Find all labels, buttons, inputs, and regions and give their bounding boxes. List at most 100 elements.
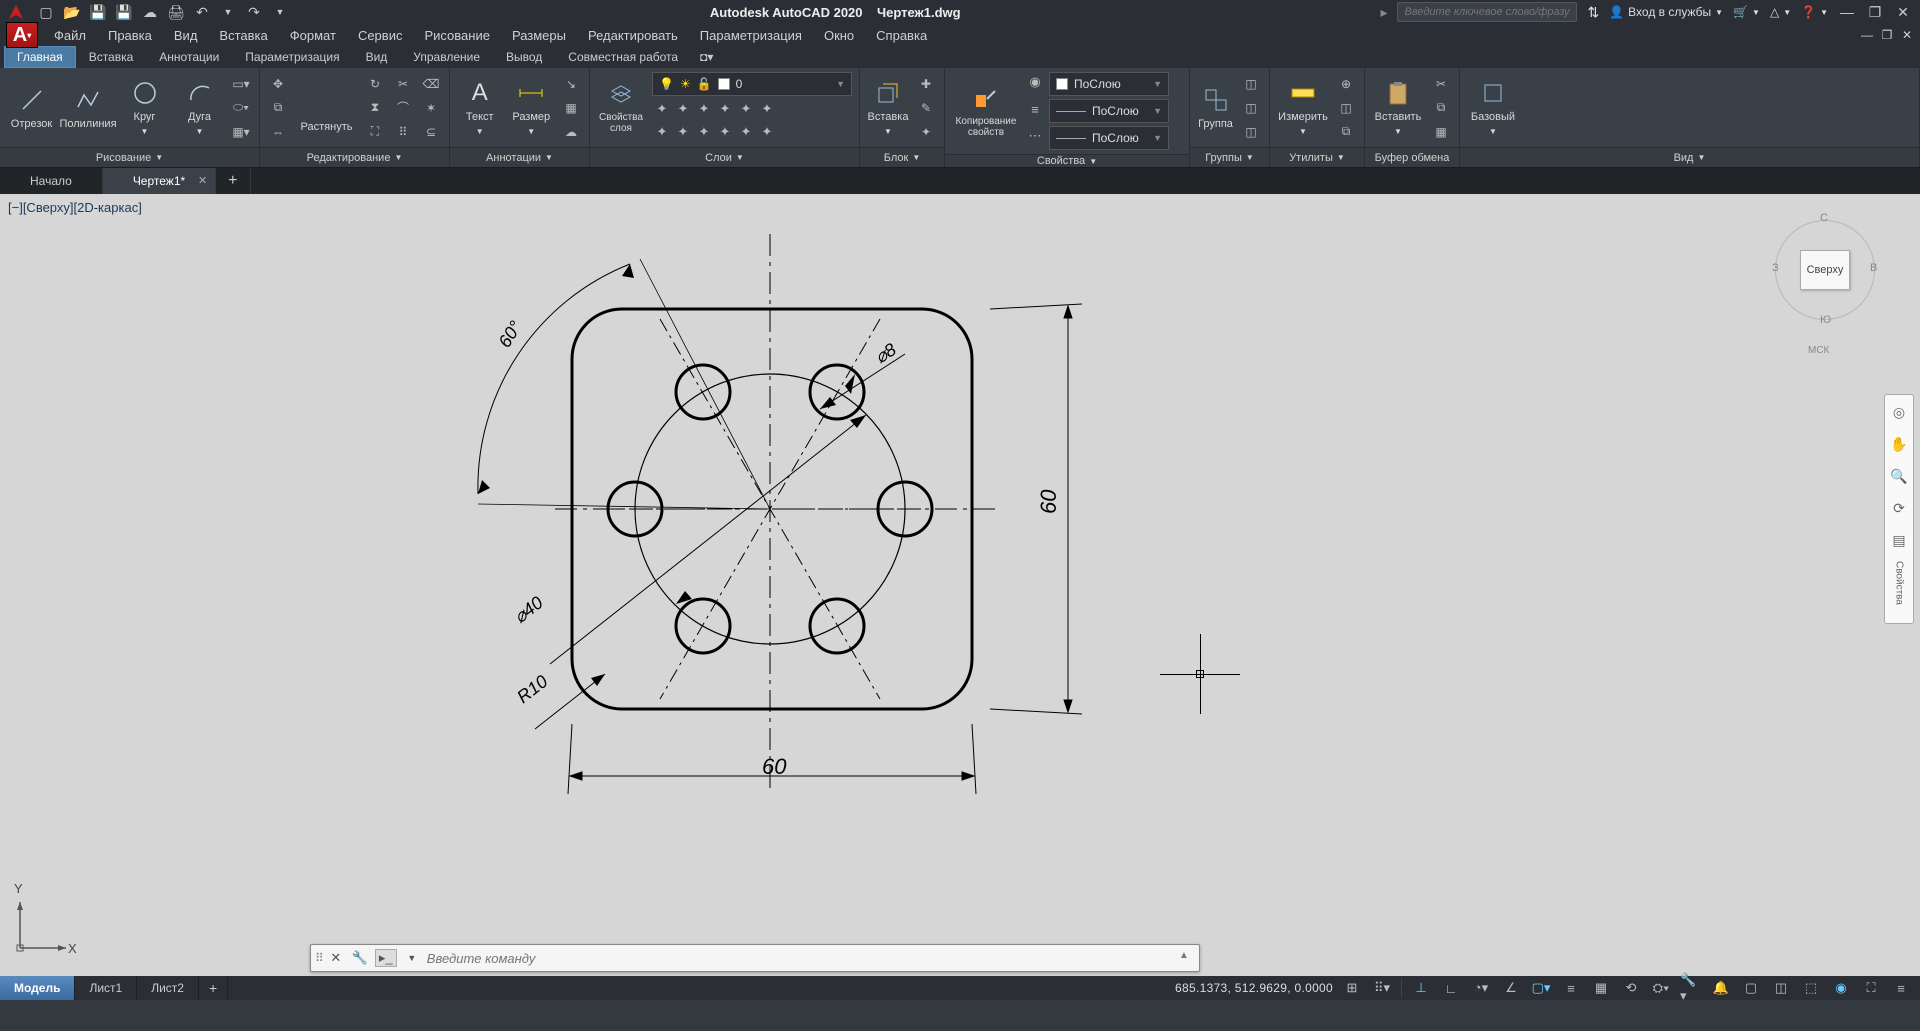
viewcube-north[interactable]: С	[1820, 212, 1828, 224]
cmd-customize-icon[interactable]: 🔧	[351, 949, 369, 967]
close-tab-icon[interactable]: ✕	[198, 174, 207, 187]
menu-modify[interactable]: Редактировать	[578, 26, 688, 45]
workspace-icon[interactable]: 🔧▾	[1680, 977, 1702, 999]
menu-view[interactable]: Вид	[164, 26, 208, 45]
block-create-icon[interactable]: ✚	[914, 73, 938, 95]
text-button[interactable]: AТекст▼	[456, 73, 504, 143]
panel-modify-label[interactable]: Редактирование▼	[260, 147, 449, 167]
polar-toggle-icon[interactable]: ∟	[1440, 977, 1462, 999]
panel-block-label[interactable]: Блок▼	[860, 147, 944, 167]
panel-layers-label[interactable]: Слои▼	[590, 147, 859, 167]
isodraft-icon[interactable]: ◔▾	[1470, 977, 1492, 999]
matchprop-button[interactable]: Копирование свойств	[951, 76, 1021, 146]
hw-accel-icon[interactable]: ◉	[1830, 977, 1852, 999]
units-icon[interactable]: ▢	[1740, 977, 1762, 999]
viewcube-wcs[interactable]: МСК	[1808, 345, 1829, 356]
customize-status-icon[interactable]: ≡	[1890, 977, 1912, 999]
cmd-scroll-up-icon[interactable]: ▲	[1179, 950, 1195, 966]
ribbon-tab-home[interactable]: Главная	[4, 46, 76, 68]
ungroup-icon[interactable]: ◫	[1239, 73, 1263, 95]
lweight-toggle-icon[interactable]: ≡	[1560, 977, 1582, 999]
layer-tool-8-icon[interactable]: ✦	[673, 122, 693, 142]
zoom-extents-icon[interactable]: 🔍	[1888, 465, 1910, 487]
menu-format[interactable]: Формат	[280, 26, 346, 45]
group-bbox-icon[interactable]: ◫	[1239, 121, 1263, 143]
move-icon[interactable]: ✥	[266, 73, 290, 95]
layer-tool-6-icon[interactable]: ✦	[757, 99, 777, 119]
qat-dd2-icon[interactable]: ▼	[270, 2, 290, 22]
menu-tools[interactable]: Сервис	[348, 26, 413, 45]
autodesk-icon[interactable]: △ ▼	[1770, 5, 1791, 19]
color-selector[interactable]: ПоСлою▼	[1049, 72, 1169, 96]
layout-tab-model[interactable]: Модель	[0, 976, 75, 1000]
menu-file[interactable]: Файл	[44, 26, 96, 45]
otrack-toggle-icon[interactable]: ▢▾	[1530, 977, 1552, 999]
cmd-history-icon[interactable]: ▼	[403, 949, 421, 967]
group-edit-icon[interactable]: ◫	[1239, 97, 1263, 119]
layer-tool-9-icon[interactable]: ✦	[694, 122, 714, 142]
layer-tool-4-icon[interactable]: ✦	[715, 99, 735, 119]
color-wheel-icon[interactable]: ◉	[1025, 72, 1045, 92]
measure-button[interactable]: Измерить▼	[1276, 73, 1330, 143]
plot-icon[interactable]: 🖨	[166, 2, 186, 22]
drawing-canvas[interactable]: [−][Сверху][2D-каркас] 60	[0, 194, 1920, 1000]
trim-icon[interactable]: ✂	[391, 73, 415, 95]
menu-window[interactable]: Окно	[814, 26, 864, 45]
doc-restore-button[interactable]: ❐	[1878, 26, 1896, 44]
panel-groups-label[interactable]: Группы▼	[1190, 147, 1269, 167]
close-button[interactable]: ✕	[1894, 3, 1912, 21]
polyline-button[interactable]: Полилиния	[61, 73, 115, 143]
block-attr-icon[interactable]: ✦	[914, 121, 938, 143]
orbit-icon[interactable]: ⟳	[1888, 497, 1910, 519]
ribbon-tab-view[interactable]: Вид	[353, 46, 401, 68]
base-view-button[interactable]: Базовый▼	[1466, 73, 1520, 143]
file-tab-drawing1[interactable]: Чертеж1*✕	[103, 168, 216, 194]
app-menu-button[interactable]: A▾	[6, 22, 38, 48]
table-icon[interactable]: ▦	[559, 97, 583, 119]
erase-icon[interactable]: ⌫	[419, 73, 443, 95]
full-nav-wheel-icon[interactable]: ◎	[1888, 401, 1910, 423]
exchange-icon[interactable]: 🛒 ▼	[1733, 5, 1760, 19]
save-icon[interactable]: 💾	[88, 2, 108, 22]
copy-clip-icon[interactable]: ⧉	[1429, 97, 1453, 119]
viewcube-top-face[interactable]: Сверху	[1800, 250, 1850, 290]
showmotion-icon[interactable]: ▤	[1888, 529, 1910, 551]
redo-icon[interactable]: ↷	[244, 2, 264, 22]
help-icon[interactable]: ❓ ▼	[1801, 5, 1828, 19]
grid-toggle-icon[interactable]: ⊞	[1341, 977, 1363, 999]
cmd-drag-handle[interactable]: ⠿	[315, 951, 321, 965]
block-edit-icon[interactable]: ✎	[914, 97, 938, 119]
viewcube-east[interactable]: В	[1870, 262, 1877, 274]
file-tab-add[interactable]: +	[216, 168, 250, 194]
pan-icon[interactable]: ✋	[1888, 433, 1910, 455]
cycling-icon[interactable]: ⟲	[1620, 977, 1642, 999]
panel-view-label[interactable]: Вид▼	[1460, 147, 1919, 167]
anno-monitor-icon[interactable]: 🔔	[1710, 977, 1732, 999]
layer-tool-10-icon[interactable]: ✦	[715, 122, 735, 142]
cut-icon[interactable]: ✂	[1429, 73, 1453, 95]
viewcube-west[interactable]: З	[1772, 262, 1779, 274]
layer-tool-7-icon[interactable]: ✦	[652, 122, 672, 142]
fillet-icon[interactable]: ⌒	[391, 97, 415, 119]
maximize-button[interactable]: ❐	[1866, 3, 1884, 21]
ellipse-icon[interactable]: ⬭▾	[229, 97, 253, 119]
ribbon-expand-button[interactable]: ◘▾	[691, 46, 722, 68]
viewcube-south[interactable]: Ю	[1820, 314, 1831, 326]
command-input[interactable]	[427, 951, 1173, 966]
menu-parametric[interactable]: Параметризация	[690, 26, 812, 45]
web-open-icon[interactable]: ☁	[140, 2, 160, 22]
offset-icon[interactable]: ⊆	[419, 121, 443, 143]
open-icon[interactable]: 📂	[62, 2, 82, 22]
linetype-selector[interactable]: ПоСлою▼	[1049, 126, 1169, 150]
ribbon-tab-manage[interactable]: Управление	[400, 46, 493, 68]
stretch-icon[interactable]: ⇔	[266, 121, 290, 143]
transparency-icon[interactable]: ▦	[1590, 977, 1612, 999]
menu-help[interactable]: Справка	[866, 26, 937, 45]
layer-tool-3-icon[interactable]: ✦	[694, 99, 714, 119]
signin-link[interactable]: 👤 Вход в службы ▼	[1609, 5, 1723, 19]
mirror-icon[interactable]: ⧗	[363, 97, 387, 119]
paste-button[interactable]: Вставить▼	[1371, 73, 1425, 143]
copy-icon[interactable]: ⧉	[266, 97, 290, 119]
minimize-button[interactable]: —	[1838, 3, 1856, 21]
menu-dimension[interactable]: Размеры	[502, 26, 576, 45]
